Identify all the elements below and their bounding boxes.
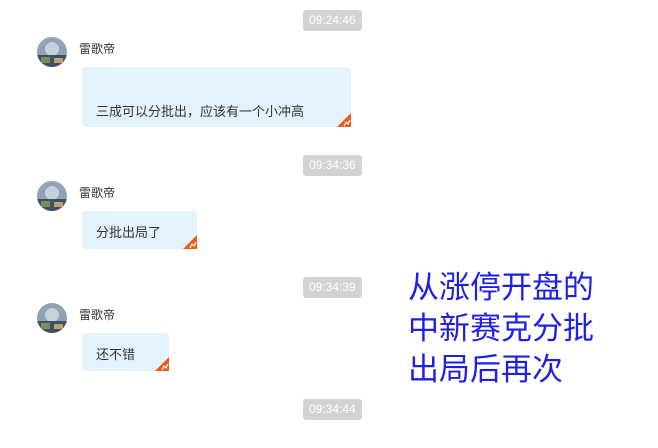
bubble-corner-tag-icon <box>155 357 169 371</box>
overlay-line: 中新赛克分批 <box>408 311 594 347</box>
overlay-annotation: 从涨停开盘的 中新赛克分批 出局后再次 <box>408 268 594 391</box>
message-bubble[interactable]: 分批出局了 <box>82 211 197 249</box>
bubble-corner-tag-icon <box>337 113 351 127</box>
avatar[interactable] <box>37 181 67 211</box>
timestamp-pill: 09:34:44 <box>303 399 362 420</box>
sender-name: 雷歌帝 <box>79 308 116 322</box>
bubble-corner-tag-icon <box>183 235 197 249</box>
message-text: 三成可以分批出，应该有一个小冲高 <box>96 105 305 120</box>
timestamp-pill: 09:24:46 <box>303 10 362 31</box>
avatar[interactable] <box>37 303 67 333</box>
sender-name: 雷歌帝 <box>79 186 116 200</box>
overlay-line: 出局后再次 <box>408 352 563 388</box>
message-bubble[interactable]: 还不错 <box>82 333 169 371</box>
sender-name: 雷歌帝 <box>79 42 116 56</box>
overlay-line: 从涨停开盘的 <box>408 270 594 306</box>
message-bubble[interactable]: 三成可以分批出，应该有一个小冲高 <box>82 67 351 127</box>
avatar[interactable] <box>37 37 67 67</box>
message-text: 还不错 <box>96 348 136 363</box>
timestamp-pill: 09:34:39 <box>303 277 362 298</box>
message-text: 分批出局了 <box>96 226 162 241</box>
timestamp-pill: 09:34:36 <box>303 155 362 176</box>
